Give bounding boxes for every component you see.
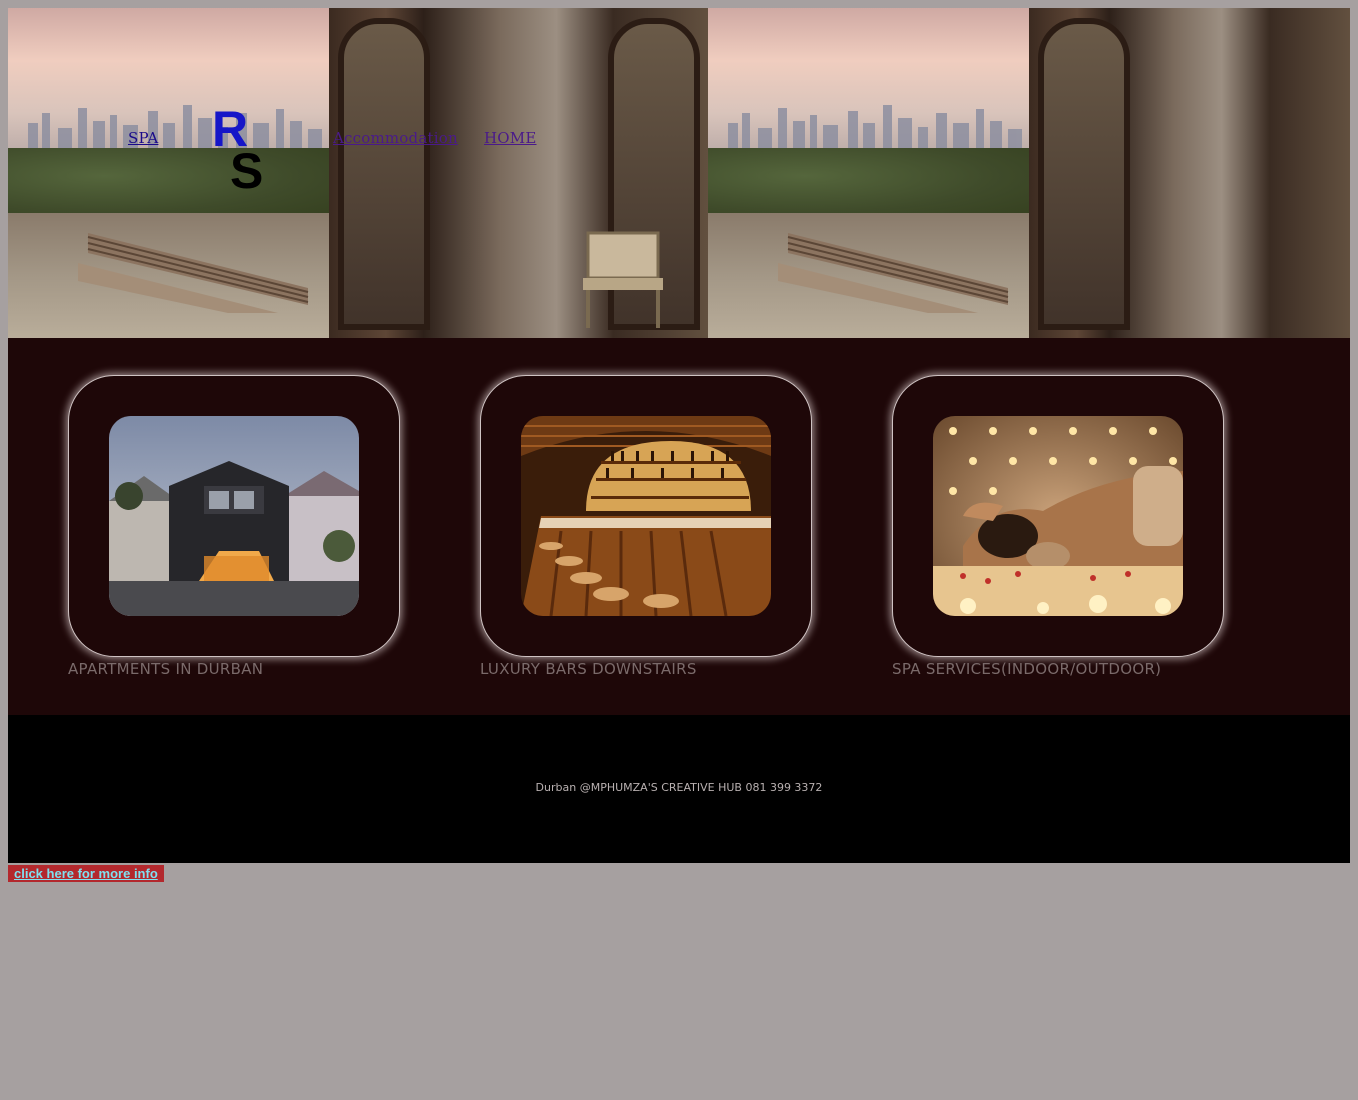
nav-link-home[interactable]: HOME [484, 129, 537, 147]
feature-card-apartments [68, 375, 400, 657]
feature-caption-spa: SPA SERVICES(INDOOR/OUTDOOR) [892, 660, 1162, 678]
footer-contact-text: Durban @MPHUMZA'S CREATIVE HUB 081 399 3… [535, 781, 823, 794]
hero-image-tile [8, 8, 708, 338]
feature-card-spa [892, 375, 1224, 657]
logo-icon[interactable]: R S [212, 102, 274, 192]
hero-banner: SPA R S Accommodation HOME [8, 8, 1350, 338]
bar-interior-photo [521, 416, 771, 616]
svg-text:S: S [230, 143, 263, 192]
footer: Durban @MPHUMZA'S CREATIVE HUB 081 399 3… [8, 715, 1350, 863]
spa-massage-photo [933, 416, 1183, 616]
modern-house-photo [109, 416, 359, 616]
page: SPA R S Accommodation HOME APARTMENTS IN… [8, 8, 1350, 863]
feature-caption-bars: LUXURY BARS DOWNSTAIRS [480, 660, 697, 678]
hero-image-tile [708, 8, 1350, 338]
nav-link-spa[interactable]: SPA [128, 129, 158, 147]
nav-link-accommodation[interactable]: Accommodation [333, 129, 458, 147]
features-section: APARTMENTS IN DURBAN LUXURY BARS DOWNSTA… [8, 338, 1350, 715]
feature-caption-apartments: APARTMENTS IN DURBAN [68, 660, 264, 678]
feature-card-bars [480, 375, 812, 657]
more-info-button[interactable]: click here for more info [8, 865, 164, 882]
